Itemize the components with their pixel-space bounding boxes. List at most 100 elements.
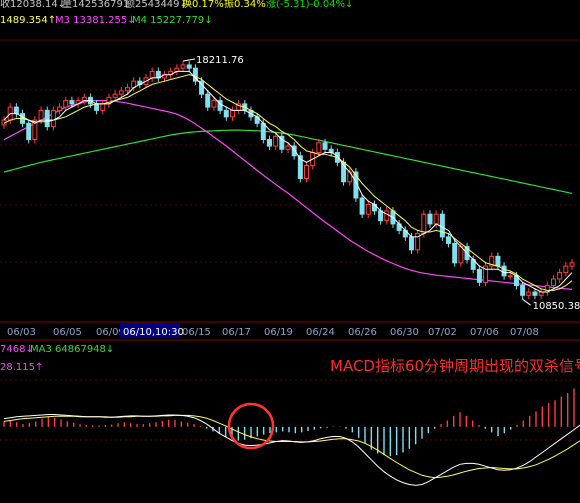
header-volume: 量142536791 [62,0,129,10]
candle [557,268,563,283]
candle-body [439,213,445,238]
price-panel[interactable]: 18211.76 10850.38 [1,55,580,312]
candle-body [458,246,464,264]
candle [439,210,445,241]
candle-body [427,213,433,225]
candle [223,106,229,121]
candle [137,77,143,89]
candle-body [100,103,106,111]
candle [50,106,56,131]
date-tick-label: 06/17 [222,327,251,338]
date-tick-label: 06/03 [7,327,36,338]
candle [186,61,192,73]
candle [427,210,433,228]
candle-body [507,275,513,278]
candle [483,262,489,287]
candle [359,194,365,219]
candle [304,161,310,183]
candle [155,67,161,82]
candle [501,262,507,280]
grid [0,39,580,441]
candle [205,90,211,112]
candle [180,61,186,73]
candle-body [452,242,458,264]
candle-body [285,145,291,150]
candle [328,145,334,157]
candle [100,99,106,115]
candle-body [495,255,501,267]
date-tick-label: 07/06 [470,327,499,338]
candle [489,252,495,270]
candle [365,200,371,219]
ma-legend-ma3: M3 13381.255↓ [55,15,136,26]
candle-body [365,203,371,215]
candle-body [112,93,118,98]
candle [229,106,235,121]
candle [371,200,377,215]
candle [162,70,168,82]
candle [57,103,63,115]
volume-legend-ma3: MA3 64867948↓ [30,344,114,355]
candle-body [50,109,56,128]
candle [538,288,544,300]
candle-body [211,100,217,108]
candle [94,99,100,115]
candle-body [186,64,192,69]
ma-legend: 1489.354↑ M3 13381.255↓ M4 15227.779↓ [0,15,213,26]
candle-body [316,142,322,154]
header-close: 收12038.14↓ [0,0,66,10]
candle [266,135,272,150]
candle [168,67,174,79]
quote-header: 收12038.14↓ 量142536791 额2543449↓ 换0.17% 振… [0,0,353,10]
candle-body [26,122,32,141]
double-kill-signal-circle [227,402,275,450]
candle [75,96,81,108]
candle-body [94,103,100,111]
candle-body [13,106,19,115]
candle [174,64,180,76]
date-tick-label: 06/10,10:30 [123,327,184,338]
candle-body [378,210,384,222]
candle-body [446,236,452,244]
candle-body [563,265,569,274]
macd-panel[interactable] [3,388,580,486]
chart-canvas[interactable]: 收12038.14↓ 量142536791 额2543449↓ 换0.17% 振… [0,0,580,503]
candle-body [433,213,439,225]
candle-body [359,197,365,215]
candle-body [421,213,427,235]
candle [415,229,421,254]
macd-legend-value: 28.115↑ [0,362,43,373]
candle-body [229,109,235,118]
header-change: 涨(-5.31)-0.04%↓ [266,0,353,10]
candle [476,265,482,287]
candle [44,106,50,131]
date-tick-label: 06/26 [348,327,377,338]
candle-body [532,291,538,296]
candle-body [408,236,414,251]
ma-legend-ma2: 1489.354↑ [0,15,56,26]
candle-body [44,109,50,128]
header-turnover: 换0.17% [182,0,224,10]
annotation-text: MACD指标60分钟周期出现的双杀信号 [330,357,580,375]
candle-body [57,106,63,111]
candle-body [501,265,507,277]
candle-body [569,262,575,267]
candle [13,103,19,118]
candle [192,64,198,86]
candle-body [476,268,482,283]
candle [452,239,458,267]
date-tick-label: 06/30 [390,327,419,338]
ma2-line [3,74,573,291]
low-label-leader [522,298,531,306]
date-axis: 06/03 06/05 06/0906/10,10:3006/15 06/17 06/1… [7,323,539,338]
ma1-line [3,70,573,293]
candle-body [205,93,211,108]
volume-legend: 7468↓ MA3 64867948↓ 28.115↑ [0,344,114,373]
volume-legend-value: 7468↓ [0,344,34,355]
candle [569,258,575,270]
ma4-line [3,129,573,194]
candle-body [63,100,69,108]
high-price-label: 18211.76 [196,55,244,66]
ma-legend-ma4: M4 15227.779↓ [132,15,213,26]
candle-body [266,139,272,147]
